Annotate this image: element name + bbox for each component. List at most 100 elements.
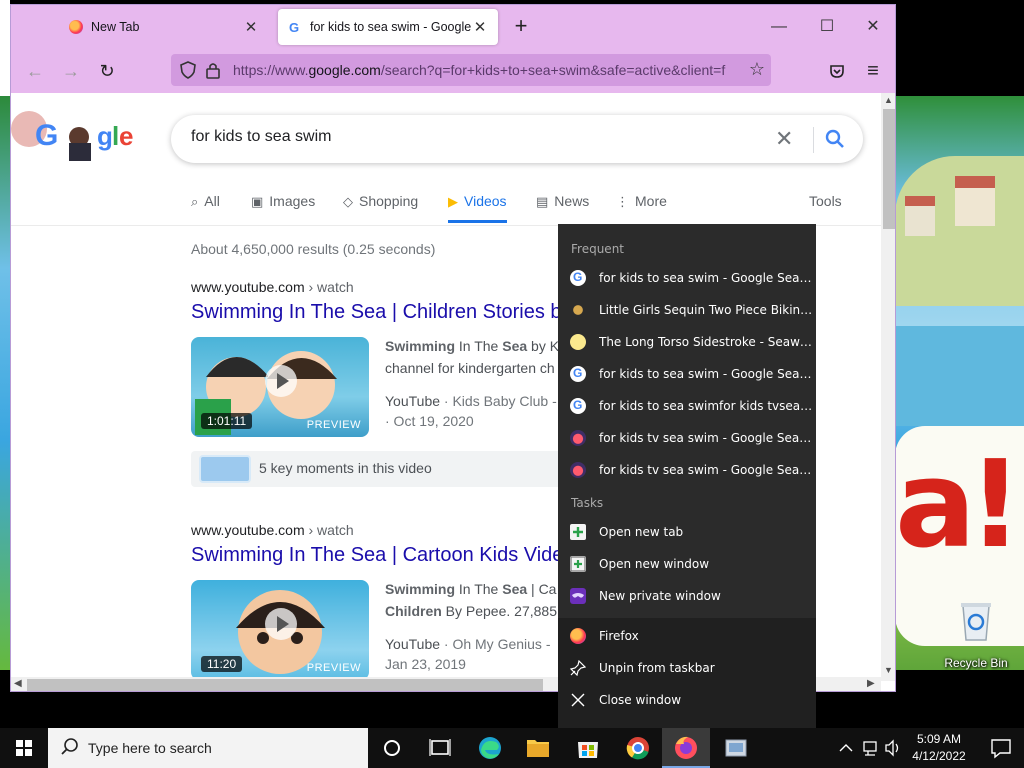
new-tab-button[interactable]: +	[508, 13, 534, 41]
vertical-scrollbar[interactable]: ▲ ▼	[881, 93, 895, 681]
google-icon	[570, 398, 586, 414]
wallpaper: a!	[895, 96, 1024, 670]
jumplist-item[interactable]: for kids to sea swim - Google Search	[558, 358, 816, 390]
scroll-left-icon[interactable]: ◀	[14, 678, 22, 689]
wallpaper-edge	[0, 96, 10, 670]
forward-button[interactable]: →	[57, 57, 85, 85]
search-tabs: ⌕ All ▣ Images ◇ Shopping ▶ Videos ▤ News ⋮ Mo…	[191, 193, 881, 225]
image-icon: ▣	[251, 194, 264, 209]
firefox-icon	[570, 628, 586, 644]
new-tab-icon	[570, 524, 586, 540]
divider	[813, 127, 814, 153]
chrome-icon[interactable]	[614, 728, 662, 768]
tab-new-tab[interactable]: New Tab ✕	[59, 9, 269, 45]
clock-date: 4/12/2022	[912, 749, 966, 763]
clear-search-icon[interactable]: ✕	[775, 126, 793, 152]
preview-label: PREVIEW	[306, 419, 361, 431]
scroll-up-icon[interactable]: ▲	[884, 95, 893, 105]
reload-button[interactable]: ↻	[93, 57, 121, 85]
scroll-right-icon[interactable]: ▶	[867, 678, 875, 689]
close-tab-icon[interactable]: ✕	[243, 18, 259, 36]
notification-center-icon[interactable]	[978, 728, 1024, 768]
search-input[interactable]: for kids to sea swim	[191, 128, 331, 146]
firefox-icon	[570, 430, 586, 446]
navigation-bar: ← → ↻ https://www.google.com/search?q=fo…	[11, 49, 895, 93]
google-doodle-logo[interactable]: G g l e	[11, 99, 141, 167]
jumplist-item[interactable]: for kids tv sea swim - Google Search	[558, 422, 816, 454]
show-hidden-icons-icon	[839, 744, 853, 752]
tab-google-search[interactable]: G for kids to sea swim - Google Search ✕	[278, 9, 498, 45]
recycle-bin[interactable]: Recycle Bin	[940, 600, 1012, 670]
lock-icon[interactable]	[205, 61, 221, 79]
taskbar-search-box[interactable]: Type here to search	[48, 728, 368, 768]
recycle-bin-label: Recycle Bin	[944, 656, 1008, 670]
url-text: https://www.google.com/search?q=for+kids…	[233, 62, 726, 78]
menu-button[interactable]: ≡	[859, 57, 887, 85]
unpin-from-taskbar-item[interactable]: Unpin from taskbar	[558, 652, 816, 684]
site-icon	[570, 302, 586, 318]
tab-videos[interactable]: ▶ Videos	[448, 193, 507, 223]
more-icon: ⋮	[616, 194, 629, 209]
tab-images[interactable]: ▣ Images	[251, 193, 315, 225]
scrollbar-thumb[interactable]	[27, 679, 543, 691]
edge-icon[interactable]	[466, 728, 514, 768]
new-private-window-task[interactable]: New private window	[558, 580, 816, 612]
tab-all[interactable]: ⌕ All	[191, 193, 220, 225]
tab-news[interactable]: ▤ News	[536, 193, 589, 225]
jumplist-item[interactable]: for kids tv sea swim - Google Search	[558, 454, 816, 486]
play-icon	[265, 608, 297, 640]
firefox-icon	[570, 462, 586, 478]
search-icon[interactable]	[823, 127, 847, 151]
svg-text:G: G	[289, 20, 299, 34]
search-box[interactable]: for kids to sea swim ✕	[171, 115, 863, 163]
system-tray	[836, 728, 906, 768]
jumplist-item[interactable]: for kids to sea swimfor kids tvsea swim.…	[558, 390, 816, 422]
bookmark-star-icon[interactable]: ☆	[749, 59, 765, 80]
back-button[interactable]: ←	[21, 57, 49, 85]
pocket-icon[interactable]	[823, 57, 851, 85]
tools-button[interactable]: Tools	[809, 193, 842, 225]
recycle-bin-icon	[959, 600, 993, 642]
unpin-icon	[569, 659, 587, 677]
search-icon	[61, 738, 78, 755]
tracking-protection-icon[interactable]	[179, 61, 197, 79]
close-window-button[interactable]: ✕	[853, 13, 893, 41]
close-tab-icon[interactable]: ✕	[472, 18, 488, 36]
new-window-icon	[570, 556, 586, 572]
svg-text:e: e	[119, 121, 133, 151]
file-explorer-icon[interactable]	[514, 728, 562, 768]
firefox-app-item[interactable]: Firefox	[558, 620, 816, 652]
play-icon	[265, 365, 297, 397]
frequent-header: Frequent	[571, 242, 624, 256]
open-new-window-task[interactable]: Open new window	[558, 548, 816, 580]
jumplist-app-section: Firefox Unpin from taskbar Close window	[558, 618, 816, 728]
scrollbar-thumb[interactable]	[883, 109, 895, 229]
firefox-taskbar-icon[interactable]	[662, 728, 710, 768]
taskbar-clock[interactable]: 5:09 AM 4/12/2022	[906, 731, 972, 765]
cortana-icon[interactable]	[368, 728, 416, 768]
start-button[interactable]	[0, 728, 48, 768]
key-moments-bar[interactable]: 5 key moments in this video	[191, 451, 571, 487]
close-window-item[interactable]: Close window	[558, 684, 816, 716]
maximize-button[interactable]: ☐	[807, 13, 847, 41]
tab-shopping[interactable]: ◇ Shopping	[343, 193, 418, 225]
video-thumbnail[interactable]: 11:20 PREVIEW	[191, 580, 369, 680]
jumplist-item[interactable]: Little Girls Sequin Two Piece Bikini Swi…	[558, 294, 816, 326]
microsoft-store-icon[interactable]	[564, 728, 612, 768]
open-new-tab-task[interactable]: Open new tab	[558, 516, 816, 548]
moment-thumbnail	[199, 455, 251, 483]
minimize-button[interactable]: —	[759, 13, 799, 41]
jumplist-item[interactable]: for kids to sea swim - Google Search	[558, 262, 816, 294]
url-bar[interactable]: https://www.google.com/search?q=for+kids…	[171, 54, 771, 86]
preview-label: PREVIEW	[306, 662, 361, 674]
tab-more[interactable]: ⋮ More	[616, 193, 667, 225]
jumplist-item[interactable]: The Long Torso Sidestroke - Seaweed...	[558, 326, 816, 358]
task-view-icon[interactable]	[416, 728, 464, 768]
scroll-down-icon[interactable]: ▼	[884, 665, 893, 675]
app-icon[interactable]	[712, 728, 760, 768]
svg-text:G: G	[35, 119, 58, 152]
video-thumbnail[interactable]: 1:01:11 PREVIEW	[191, 337, 369, 437]
firefox-jump-list: Frequent for kids to sea swim - Google S…	[558, 224, 816, 728]
tag-icon: ◇	[343, 194, 353, 209]
site-icon	[570, 334, 586, 350]
